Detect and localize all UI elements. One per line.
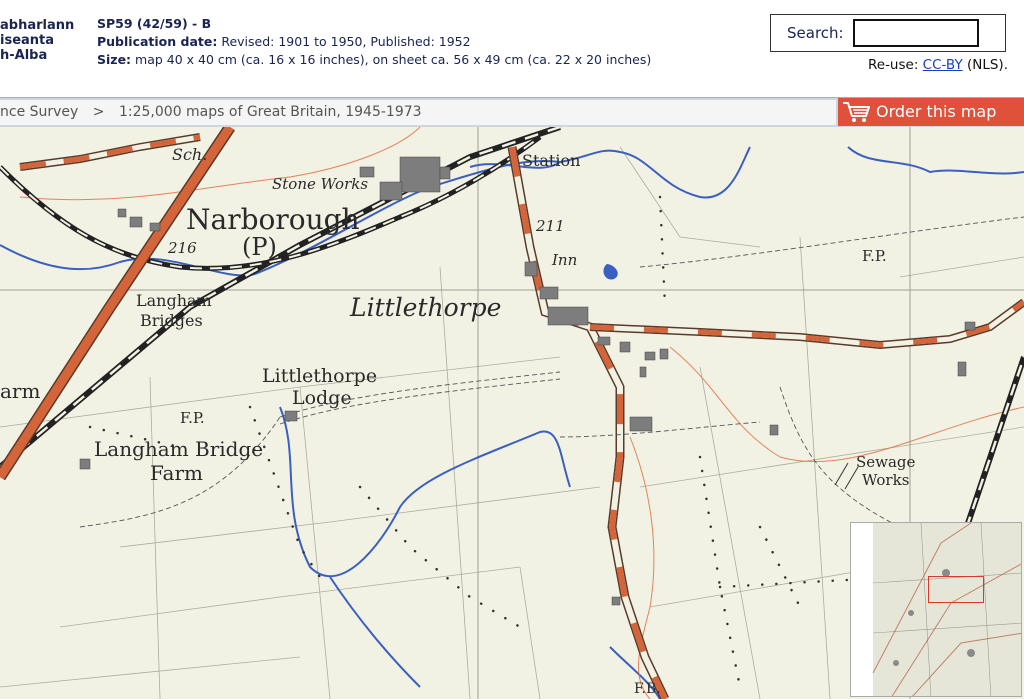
map-size-value: map 40 x 40 cm (ca. 16 x 16 inches), on …: [131, 52, 652, 67]
cart-icon: [843, 102, 870, 122]
publication-date: Publication date: Revised: 1901 to 1950,…: [97, 33, 651, 51]
label-footpath-1: F.P.: [862, 247, 887, 265]
search-label: Search:: [787, 24, 844, 42]
label-langham-bridge-farm-1: Langham Bridge: [94, 437, 264, 461]
search-input[interactable]: [853, 19, 979, 47]
logo-line-1: abharlann: [0, 18, 75, 33]
map-metadata: SP59 (42/59) - B Publication date: Revis…: [97, 15, 651, 69]
reuse-prefix: Re-use:: [867, 57, 923, 73]
breadcrumb-item-collection[interactable]: 1:25,000 maps of Great Britain, 1945-197…: [119, 104, 422, 120]
label-narborough: Narborough: [186, 203, 360, 236]
label-langham-bridge-farm-2: Farm: [150, 461, 203, 485]
map-size-label: Size:: [97, 52, 132, 67]
reuse-notice: Re-use: CC-BY (NLS).: [868, 57, 1008, 73]
label-sewage: Sewage: [856, 453, 916, 471]
label-works: Works: [862, 471, 910, 489]
label-littlethorpe-lodge-1: Littlethorpe: [262, 365, 378, 387]
label-arm: arm: [0, 379, 41, 403]
label-footbridge: F.B.: [634, 681, 661, 697]
page-header: abharlann iseanta h-Alba SP59 (42/59) - …: [0, 0, 1024, 97]
label-post-office: (P): [242, 233, 277, 261]
label-school: Sch.: [172, 145, 208, 164]
nls-logo[interactable]: abharlann iseanta h-Alba: [0, 18, 74, 63]
label-height-216: 216: [168, 239, 197, 257]
map-size: Size: map 40 x 40 cm (ca. 16 x 16 inches…: [97, 51, 651, 69]
order-map-label: Order this map: [876, 102, 997, 121]
label-height-211: 211: [536, 217, 565, 235]
label-littlethorpe-lodge-2: Lodge: [292, 387, 352, 409]
publication-date-value: Revised: 1901 to 1950, Published: 1952: [217, 34, 471, 49]
label-littlethorpe: Littlethorpe: [350, 293, 502, 322]
publication-date-label: Publication date:: [97, 34, 218, 49]
breadcrumb: nce Survey > 1:25,000 maps of Great Brit…: [0, 100, 836, 125]
overview-map[interactable]: [850, 522, 1022, 697]
reuse-suffix: (NLS).: [962, 57, 1008, 73]
label-bridges: Bridges: [140, 311, 203, 330]
label-station: Station: [522, 151, 581, 170]
logo-line-3: h-Alba: [0, 48, 48, 63]
map-title: SP59 (42/59) - B: [97, 16, 212, 31]
logo-line-2: iseanta: [0, 33, 55, 48]
breadcrumb-separator: >: [92, 104, 105, 120]
label-footpath-2: F.P.: [180, 409, 205, 427]
label-inn: Inn: [552, 251, 578, 269]
overview-map-canvas: [851, 523, 1021, 696]
label-langham: Langham: [136, 291, 212, 310]
search-box: Search:: [770, 14, 1006, 52]
label-stone-works: Stone Works: [272, 175, 369, 193]
cc-by-link[interactable]: CC-BY: [923, 57, 963, 73]
breadcrumb-item-series[interactable]: nce Survey: [0, 104, 78, 120]
overview-viewport-indicator[interactable]: [928, 576, 984, 603]
order-map-button[interactable]: Order this map: [838, 98, 1024, 126]
